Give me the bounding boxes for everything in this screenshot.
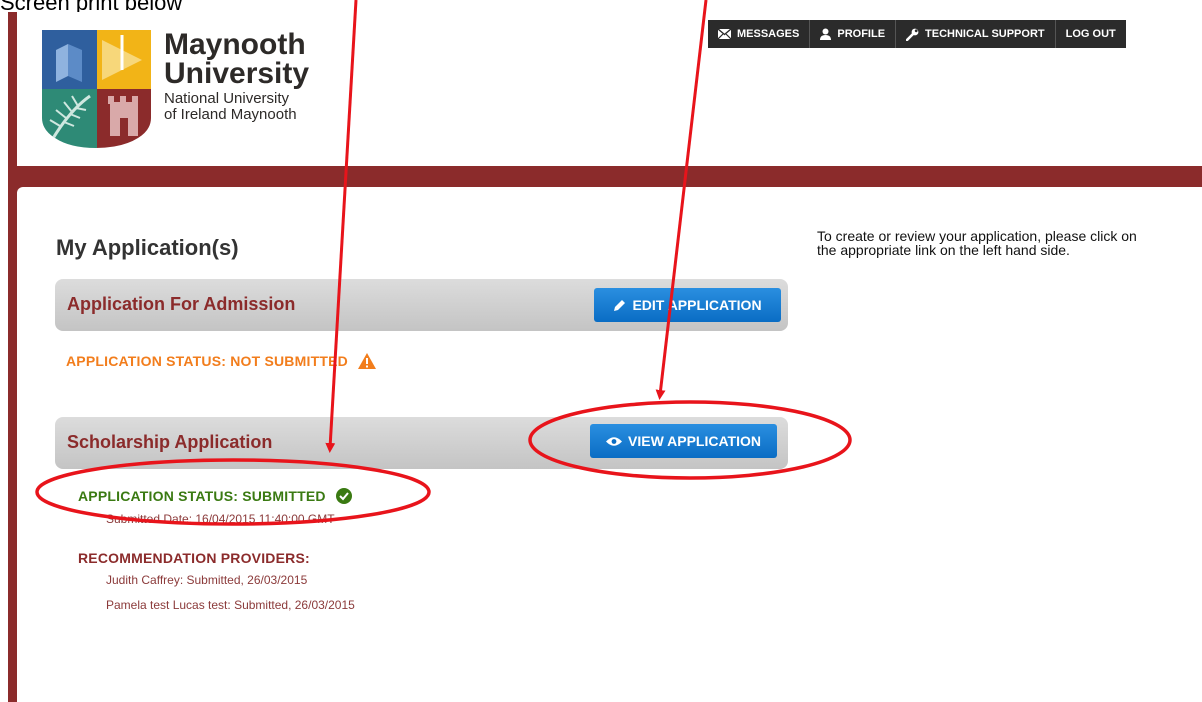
envelope-icon (718, 29, 731, 39)
technical-support-label: TECHNICAL SUPPORT (925, 28, 1045, 40)
warning-icon (357, 353, 376, 369)
admission-section-title: Application For Admission (67, 294, 296, 314)
technical-support-button[interactable]: TECHNICAL SUPPORT (895, 20, 1055, 48)
top-nav: MESSAGES PROFILE TECHNICAL SUPPORT LOG O… (708, 20, 1126, 48)
admission-status: APPLICATION STATUS: NOT SUBMITTED (66, 353, 376, 369)
scholarship-status: APPLICATION STATUS: SUBMITTED (78, 488, 352, 504)
pencil-icon (614, 299, 626, 311)
logo-subline-1: National University (164, 90, 290, 107)
wrench-icon (906, 28, 919, 41)
view-application-label: VIEW APPLICATION (628, 433, 761, 449)
scholarship-section-title: Scholarship Application (67, 432, 273, 452)
view-application-button[interactable]: VIEW APPLICATION (590, 424, 777, 458)
messages-label: MESSAGES (737, 28, 800, 40)
page: Screen print below Maynooth University N… (0, 0, 1202, 702)
university-crest-logo (42, 30, 151, 148)
logo-line-2: University (164, 57, 310, 90)
user-icon (820, 28, 832, 40)
scholarship-status-text: APPLICATION STATUS: SUBMITTED (78, 488, 326, 504)
admission-status-text: APPLICATION STATUS: NOT SUBMITTED (66, 353, 348, 369)
logo-subline-2: of Ireland Maynooth (164, 106, 297, 123)
messages-button[interactable]: MESSAGES (708, 20, 810, 48)
logo-line-1: Maynooth (164, 28, 306, 61)
profile-button[interactable]: PROFILE (809, 20, 896, 48)
page-title: My Application(s) (56, 235, 239, 260)
side-note: To create or review your application, pl… (817, 228, 1137, 258)
recommendation-providers-heading: RECOMMENDATION PROVIDERS: (78, 550, 310, 566)
logout-label: LOG OUT (1065, 28, 1116, 40)
logout-button[interactable]: LOG OUT (1054, 20, 1126, 48)
eye-icon (606, 436, 622, 446)
check-circle-icon (335, 488, 352, 504)
profile-label: PROFILE (837, 28, 886, 40)
provider-item: Pamela test Lucas test: Submitted, 26/03… (106, 598, 355, 612)
logo-text: Maynooth University National University … (164, 30, 309, 123)
edit-application-button[interactable]: EDIT APPLICATION (594, 288, 781, 322)
edit-application-label: EDIT APPLICATION (632, 297, 762, 313)
submitted-date: Submitted Date: 16/04/2015 11:40:00 GMT (106, 512, 335, 526)
provider-item: Judith Caffrey: Submitted, 26/03/2015 (106, 573, 308, 587)
